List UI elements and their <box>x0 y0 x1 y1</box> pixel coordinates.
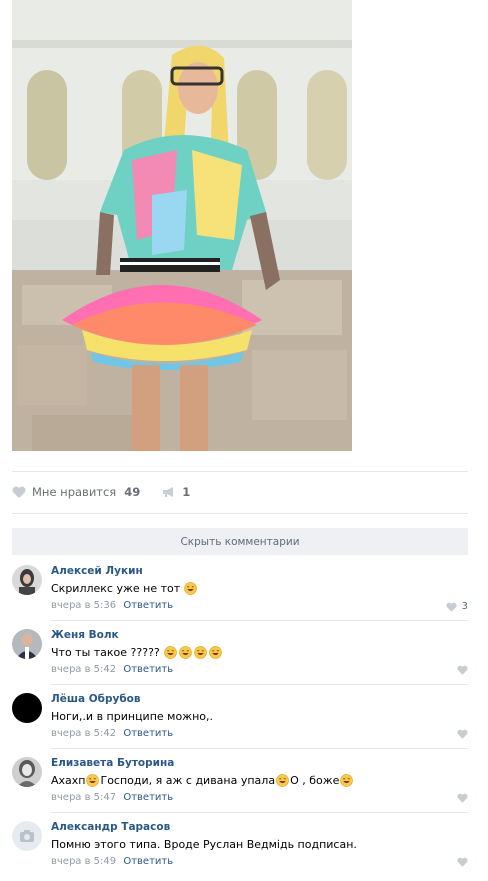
laughing-emoji-icon <box>193 646 207 659</box>
post-divider-bottom <box>12 513 468 514</box>
reply-link[interactable]: Ответить <box>123 728 173 739</box>
comment-time[interactable]: вчера в 5:36 <box>51 600 116 611</box>
comment-text: Что ты такое ????? <box>51 646 223 659</box>
comment-author[interactable]: Елизавета Буторина <box>51 757 174 769</box>
like-label: Мне нравится <box>32 485 117 499</box>
comment-author[interactable]: Женя Волк <box>51 629 119 641</box>
comment-item: Елизавета Буторина Ахахп Господи, я аж с… <box>12 757 468 812</box>
share-button[interactable]: 1 <box>162 485 190 499</box>
hide-comments-button[interactable]: Скрыть комментарии <box>12 528 468 555</box>
comment-text-part: Скриллекс уже не тот <box>51 582 181 595</box>
comment-divider <box>51 620 468 621</box>
comment-author[interactable]: Александр Тарасов <box>51 821 170 833</box>
comment-like-button[interactable] <box>457 729 468 739</box>
comment-text: Помню этого типа. Вроде Руслан Ведмідь п… <box>51 838 357 851</box>
comment-item: Женя Волк Что ты такое ????? вчера в 5:4… <box>12 629 468 684</box>
comment-text-part: Что ты такое ????? <box>51 646 160 659</box>
laughing-emoji-icon <box>276 774 289 787</box>
comment-author[interactable]: Лёша Обрубов <box>51 693 141 705</box>
comment-item: Алексей Лукин Скриллекс уже не тот вчера… <box>12 565 468 620</box>
comment-time[interactable]: вчера в 5:49 <box>51 856 116 867</box>
comment-text-part: Ахахп <box>51 774 86 787</box>
comment-like-button[interactable] <box>457 665 468 675</box>
heart-icon <box>12 486 26 498</box>
comment-meta: вчера в 5:42 Ответить <box>51 664 173 675</box>
reply-link[interactable]: Ответить <box>123 792 173 803</box>
comment-text-part: Ноги,.и в принципе можно,. <box>51 710 214 723</box>
laughing-emoji-icon <box>184 582 197 595</box>
reply-link[interactable]: Ответить <box>123 856 173 867</box>
laughing-emoji-icon <box>163 646 177 659</box>
comment-author[interactable]: Алексей Лукин <box>51 565 143 577</box>
comment-item: Лёша Обрубов Ноги,.и в принципе можно,. … <box>12 693 468 748</box>
comment-like-button[interactable] <box>457 857 468 867</box>
comment-meta: вчера в 5:42 Ответить <box>51 728 173 739</box>
comment-like-button[interactable]: 3 <box>446 601 468 612</box>
comment-meta: вчера в 5:49 Ответить <box>51 856 173 867</box>
avatar-image <box>12 693 42 723</box>
comment-divider <box>51 812 468 813</box>
comment-text-part: О , боже <box>290 774 340 787</box>
comment-text-part: Господи, я аж с дивана упала <box>100 774 276 787</box>
post-photo[interactable] <box>12 0 352 451</box>
comment-meta: вчера в 5:36 Ответить <box>51 600 173 611</box>
photo-illustration <box>12 0 352 451</box>
post-divider-top <box>12 471 468 472</box>
like-count: 49 <box>124 485 141 499</box>
share-count: 1 <box>182 485 191 499</box>
laughing-emoji-icon <box>208 646 222 659</box>
laughing-emoji-icon <box>178 646 192 659</box>
comment-time[interactable]: вчера в 5:42 <box>51 664 116 675</box>
comment-time[interactable]: вчера в 5:42 <box>51 728 116 739</box>
avatar[interactable] <box>12 757 42 787</box>
hide-comments-label: Скрыть комментарии <box>180 535 300 548</box>
megaphone-icon <box>163 487 174 497</box>
avatar[interactable] <box>12 693 42 723</box>
avatar-image <box>12 565 42 595</box>
heart-icon <box>457 729 468 739</box>
comment-text: Скриллекс уже не тот <box>51 582 198 595</box>
comment-time[interactable]: вчера в 5:47 <box>51 792 116 803</box>
laughing-emoji-icon <box>86 774 100 787</box>
heart-icon <box>457 665 468 675</box>
like-button[interactable]: Мне нравится 49 <box>12 485 140 499</box>
reply-link[interactable]: Ответить <box>123 600 173 611</box>
comment-like-button[interactable] <box>457 793 468 803</box>
comment-item: Александр Тарасов Помню этого типа. Врод… <box>12 821 468 876</box>
avatar-image <box>12 629 42 659</box>
comment-text: Ноги,.и в принципе можно,. <box>51 710 213 723</box>
heart-icon <box>446 602 457 612</box>
avatar[interactable] <box>12 821 42 851</box>
comment-divider <box>51 684 468 685</box>
comment-text-part: Помню этого типа. Вроде Руслан Ведмідь п… <box>51 838 357 851</box>
camera-icon <box>12 821 42 851</box>
comment-meta: вчера в 5:47 Ответить <box>51 792 173 803</box>
avatar[interactable] <box>12 629 42 659</box>
comment-like-count: 3 <box>461 601 468 612</box>
comment-text: Ахахп Господи, я аж с дивана упала О , б… <box>51 774 354 787</box>
reply-link[interactable]: Ответить <box>123 664 173 675</box>
comment-divider <box>51 748 468 749</box>
heart-icon <box>457 793 468 803</box>
avatar[interactable] <box>12 565 42 595</box>
heart-icon <box>457 857 468 867</box>
avatar-image <box>12 757 42 787</box>
post-actions: Мне нравится 49 1 <box>12 484 212 500</box>
laughing-emoji-icon <box>340 774 354 787</box>
